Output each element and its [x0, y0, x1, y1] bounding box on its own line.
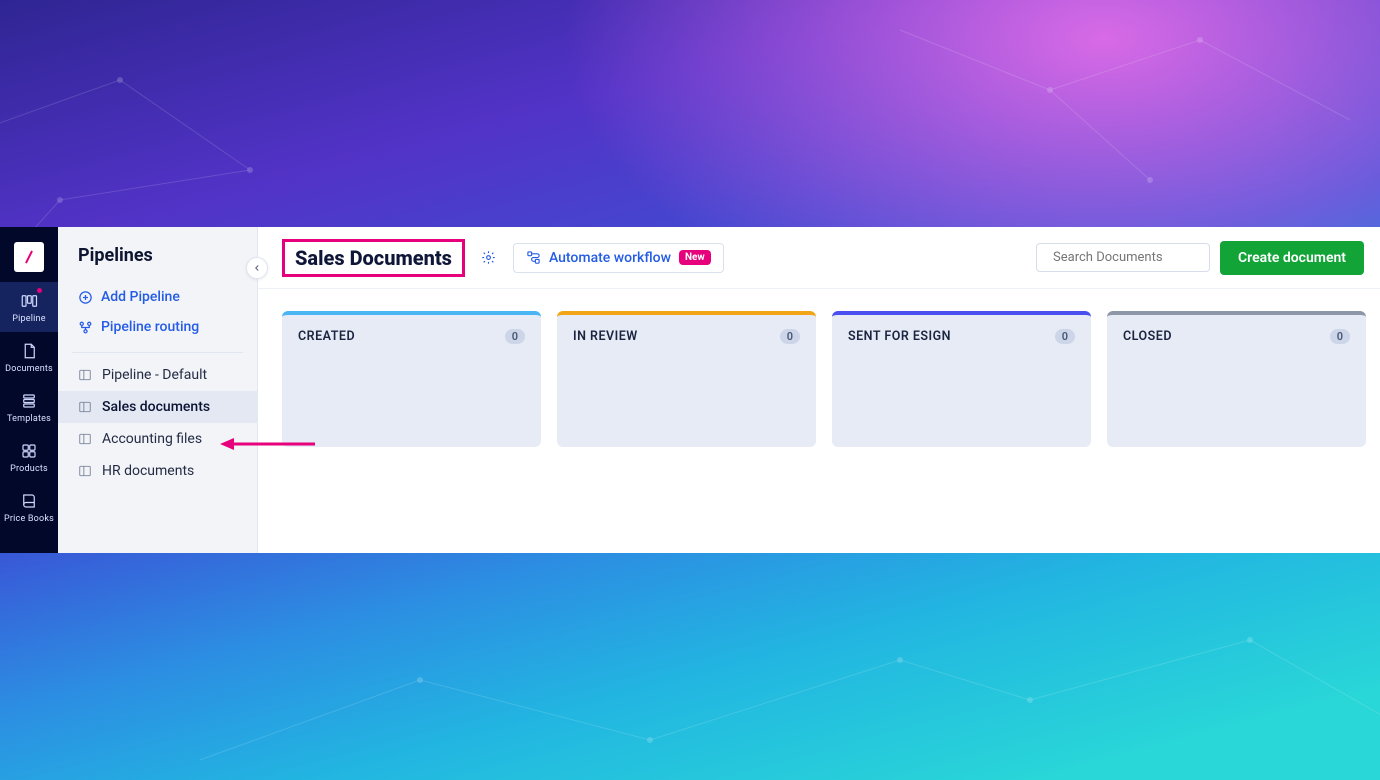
nav-item-pipeline[interactable]: Pipeline: [0, 282, 58, 332]
nav-label: Templates: [7, 414, 51, 424]
column-title: CLOSED: [1123, 329, 1172, 344]
pipeline-routing-label: Pipeline routing: [101, 319, 199, 335]
nav-item-price-books[interactable]: Price Books: [0, 482, 58, 532]
panel-divider: [72, 352, 243, 353]
nav-label: Price Books: [4, 514, 54, 524]
pipeline-item-hr-documents[interactable]: HR documents: [58, 455, 257, 487]
search-input[interactable]: [1053, 250, 1219, 265]
add-pipeline-button[interactable]: Add Pipeline: [58, 282, 257, 312]
routing-icon: [78, 320, 93, 335]
chevron-left-icon: [252, 263, 262, 273]
book-icon: [20, 492, 38, 510]
pipeline-settings-button[interactable]: [475, 244, 503, 272]
nav-item-documents[interactable]: Documents: [0, 332, 58, 382]
new-badge: New: [679, 250, 711, 265]
column-sent-for-esign[interactable]: SENT FOR ESIGN 0: [832, 311, 1091, 447]
nav-label: Documents: [5, 364, 53, 374]
pipeline-item-sales-documents[interactable]: Sales documents: [58, 391, 257, 423]
column-closed[interactable]: CLOSED 0: [1107, 311, 1366, 447]
document-icon: [20, 342, 38, 360]
pipelines-panel: Pipelines Add Pipeline Pipeline routing …: [58, 227, 258, 553]
notification-dot-icon: [37, 288, 42, 293]
pipeline-item-label: Sales documents: [102, 399, 210, 415]
nav-item-templates[interactable]: Templates: [0, 382, 58, 432]
nav-item-products[interactable]: Products: [0, 432, 58, 482]
column-title: CREATED: [298, 329, 355, 344]
grid-icon: [20, 442, 38, 460]
column-count: 0: [1055, 329, 1075, 344]
columns-icon: [20, 292, 38, 310]
board-icon: [78, 368, 92, 382]
gear-icon: [481, 250, 496, 265]
pipeline-item-label: HR documents: [102, 463, 194, 479]
workflow-icon: [526, 250, 541, 265]
main-content: Sales Documents Automate workflow New Cr…: [258, 227, 1380, 553]
column-title: SENT FOR ESIGN: [848, 329, 951, 344]
plus-circle-icon: [78, 290, 93, 305]
app-logo[interactable]: [14, 242, 44, 272]
nav-label: Pipeline: [12, 314, 45, 324]
panel-title: Pipelines: [58, 245, 257, 282]
board-icon: [78, 400, 92, 414]
board-icon: [78, 464, 92, 478]
pipeline-item-label: Accounting files: [102, 431, 202, 447]
create-document-button[interactable]: Create document: [1220, 241, 1364, 275]
column-count: 0: [780, 329, 800, 344]
slash-icon: [21, 249, 37, 265]
pipeline-routing-button[interactable]: Pipeline routing: [58, 312, 257, 342]
page-title: Sales Documents: [282, 239, 465, 277]
automate-workflow-button[interactable]: Automate workflow New: [513, 243, 724, 273]
board-icon: [78, 432, 92, 446]
stack-icon: [20, 392, 38, 410]
column-count: 0: [1330, 329, 1350, 344]
column-in-review[interactable]: IN REVIEW 0: [557, 311, 816, 447]
main-nav-rail: Pipeline Documents Templates Products Pr…: [0, 227, 58, 553]
pipeline-list: Pipeline - Default Sales documents Accou…: [58, 359, 257, 487]
toolbar: Sales Documents Automate workflow New Cr…: [258, 227, 1380, 289]
automate-workflow-label: Automate workflow: [549, 250, 671, 266]
nav-label: Products: [10, 464, 48, 474]
column-count: 0: [505, 329, 525, 344]
pipeline-item-accounting-files[interactable]: Accounting files: [58, 423, 257, 455]
add-pipeline-label: Add Pipeline: [101, 289, 180, 305]
app-window: Pipeline Documents Templates Products Pr…: [0, 227, 1380, 553]
pipeline-item-label: Pipeline - Default: [102, 367, 207, 383]
column-title: IN REVIEW: [573, 329, 638, 344]
column-created[interactable]: CREATED 0: [282, 311, 541, 447]
search-input-wrapper[interactable]: [1036, 243, 1210, 272]
kanban-board: CREATED 0 IN REVIEW 0 SENT FOR ESIGN 0 C…: [258, 289, 1380, 553]
collapse-panel-button[interactable]: [246, 257, 268, 279]
pipeline-item-default[interactable]: Pipeline - Default: [58, 359, 257, 391]
